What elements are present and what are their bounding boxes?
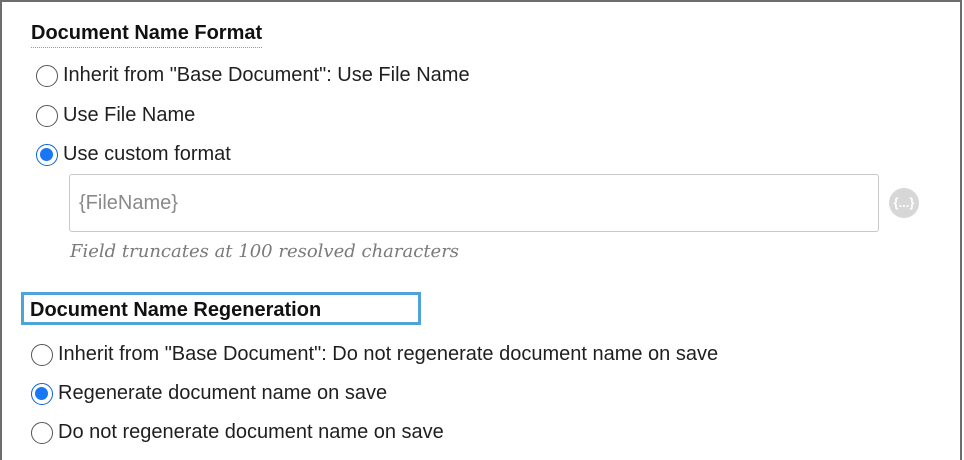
- radio-button-icon[interactable]: [36, 64, 58, 87]
- radio-button-icon[interactable]: [31, 421, 53, 444]
- field-truncation-hint: Field truncates at 100 resolved characte…: [70, 241, 460, 262]
- radio-option-regenerate-on-save[interactable]: Regenerate document name on save: [31, 382, 387, 405]
- radio-option-inherit-no-regenerate[interactable]: Inherit from "Base Document": Do not reg…: [31, 343, 718, 366]
- radio-button-icon[interactable]: [31, 343, 53, 366]
- insert-token-button-icon[interactable]: {...}: [889, 188, 919, 218]
- radio-option-inherit-file-name[interactable]: Inherit from "Base Document": Use File N…: [36, 64, 470, 87]
- radio-option-use-file-name[interactable]: Use File Name: [36, 104, 195, 127]
- radio-option-label: Inherit from "Base Document": Use File N…: [63, 64, 470, 86]
- custom-format-input[interactable]: {FileName}: [69, 174, 879, 232]
- radio-option-label: Use File Name: [63, 104, 196, 126]
- radio-button-selected-icon[interactable]: [36, 143, 58, 166]
- radio-option-label: Inherit from "Base Document": Do not reg…: [58, 343, 719, 365]
- radio-option-label: Regenerate document name on save: [58, 382, 388, 404]
- radio-option-label: Do not regenerate document name on save: [58, 421, 444, 443]
- radio-button-icon[interactable]: [36, 104, 58, 127]
- section-title-name-regeneration: Document Name Regeneration: [30, 299, 322, 321]
- radio-option-custom-format[interactable]: Use custom format: [36, 143, 231, 166]
- radio-option-do-not-regenerate[interactable]: Do not regenerate document name on save: [31, 421, 444, 444]
- radio-button-selected-icon[interactable]: [31, 382, 53, 405]
- section-title-name-format: Document Name Format: [31, 22, 263, 48]
- radio-option-label: Use custom format: [63, 143, 231, 165]
